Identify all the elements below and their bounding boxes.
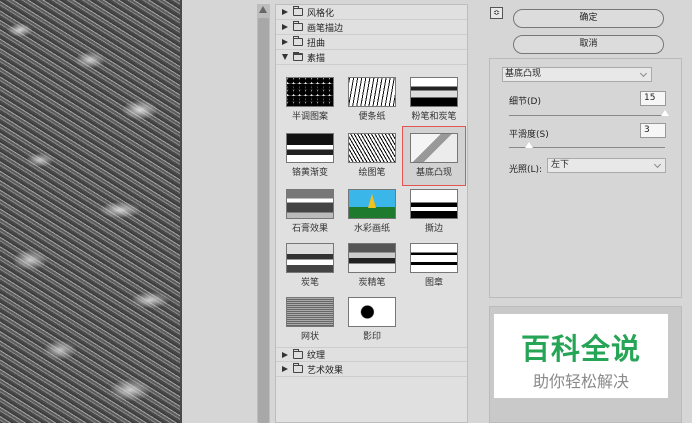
sketch-thumbnails: 半调图案 便条纸 粉笔和炭笔 铬黄渐变 绘图笔 基底凸现 石膏效果 水彩画纸 撕… [276,69,467,349]
watermark: 百科全说 助你轻松解决 [494,314,668,398]
filter-halftone-pattern[interactable]: 半调图案 [281,73,339,129]
filter-label: 炭笔 [300,278,319,288]
filter-select[interactable]: 基底凸现 [502,67,652,82]
folder-icon [293,36,303,46]
filter-label: 撕边 [424,224,443,234]
filter-label: 半调图案 [291,112,328,122]
filter-conte-crayon[interactable]: 炭精笔 [343,239,401,295]
filter-stamp[interactable]: 图章 [405,239,463,295]
category-distort[interactable]: 扭曲 [276,35,467,50]
filter-label: 网状 [300,332,319,342]
light-direction-select[interactable]: 左下 [547,158,666,173]
expand-arrow-icon [282,24,288,30]
filter-water-paper[interactable]: 水彩画纸 [343,185,401,241]
light-label: 光照(L): [509,165,543,175]
filter-label: 铬黄渐变 [291,168,328,178]
filter-bas-relief[interactable]: 基底凸现 [402,126,466,186]
bas-relief-thumb-icon [410,133,458,163]
cancel-button[interactable]: 取消 [513,35,664,54]
category-texture[interactable]: 纹理 [276,347,467,362]
filter-label: 绘图笔 [358,168,386,178]
category-label: 扭曲 [307,38,326,49]
filter-label: 影印 [362,332,381,342]
light-direction-value: 左下 [551,160,570,170]
folder-icon [293,363,303,373]
category-label: 画笔描边 [307,23,344,34]
chevron-down-icon [639,69,648,78]
stamp-thumb-icon [410,243,458,273]
chalk-charcoal-thumb-icon [410,77,458,107]
filter-label: 图章 [424,278,443,288]
detail-label: 细节(D) [509,97,541,107]
filter-charcoal[interactable]: 炭笔 [281,239,339,295]
filter-chalk-charcoal[interactable]: 粉笔和炭笔 [405,73,463,129]
filter-label: 基底凸现 [415,168,452,178]
collapse-gallery-icon[interactable]: ≎ [490,7,503,19]
filter-label: 粉笔和炭笔 [411,112,457,122]
photocopy-thumb-icon [348,297,396,327]
filter-select-value: 基底凸现 [505,69,542,79]
open-folder-icon [293,52,303,61]
scroll-thumb[interactable] [258,18,269,423]
category-artistic[interactable]: 艺术效果 [276,362,467,377]
folder-icon [293,6,303,16]
reticulation-thumb-icon [286,297,334,327]
smoothness-slider-handle[interactable] [525,142,534,148]
filter-settings: 基底凸现 细节(D) 15 平滑度(S) 3 光照(L): 左下 [489,58,682,298]
preview-divider [180,0,182,423]
expand-arrow-icon [282,9,288,15]
category-label: 艺术效果 [307,365,344,376]
folder-icon [293,348,303,359]
expand-arrow-icon [282,39,288,45]
smoothness-input[interactable]: 3 [640,123,666,138]
filter-gallery: 风格化 画笔描边 扭曲 素描 半调图案 便条纸 粉笔和炭笔 铬黄渐变 绘图笔 基… [275,4,468,423]
gallery-scrollbar[interactable] [257,4,270,423]
detail-slider-track[interactable] [509,115,665,116]
chevron-down-icon [653,160,662,169]
filter-torn-edges[interactable]: 撕边 [405,185,463,241]
filter-label: 炭精笔 [358,278,386,288]
filter-reticulation[interactable]: 网状 [281,293,339,349]
expand-arrow-icon [282,351,288,358]
smoothness-label: 平滑度(S) [509,130,549,140]
filter-photocopy[interactable]: 影印 [343,293,401,349]
watermark-subtitle: 助你轻松解决 [532,372,629,391]
category-label: 纹理 [307,351,326,361]
category-stylize[interactable]: 风格化 [276,5,467,20]
water-paper-thumb-icon [348,189,396,219]
torn-edges-thumb-icon [410,189,458,219]
category-label: 风格化 [307,8,335,19]
graphic-pen-thumb-icon [348,133,396,163]
category-brush-strokes[interactable]: 画笔描边 [276,20,467,35]
category-label: 素描 [307,53,326,64]
filter-label: 便条纸 [358,112,386,122]
expand-arrow-icon [282,366,288,372]
category-sketch[interactable]: 素描 [276,50,467,65]
detail-input[interactable]: 15 [640,91,666,106]
plaster-thumb-icon [286,189,334,219]
scroll-up-arrow-icon[interactable] [259,6,267,13]
note-paper-thumb-icon [348,77,396,107]
conte-crayon-thumb-icon [348,243,396,273]
folder-icon [293,21,303,31]
filter-plaster[interactable]: 石膏效果 [281,185,339,241]
halftone-thumb-icon [286,77,334,107]
watermark-title: 百科全说 [520,332,641,366]
charcoal-thumb-icon [286,243,334,273]
filter-label: 石膏效果 [291,224,328,234]
filter-graphic-pen[interactable]: 绘图笔 [343,129,401,185]
filter-label: 水彩画纸 [353,224,390,234]
ok-button[interactable]: 确定 [513,9,664,28]
preview-canvas[interactable] [0,0,181,423]
filter-chrome[interactable]: 铬黄渐变 [281,129,339,185]
collapse-arrow-icon [282,54,288,60]
chrome-thumb-icon [286,133,334,163]
filter-note-paper[interactable]: 便条纸 [343,73,401,129]
detail-slider-handle[interactable] [661,110,669,116]
